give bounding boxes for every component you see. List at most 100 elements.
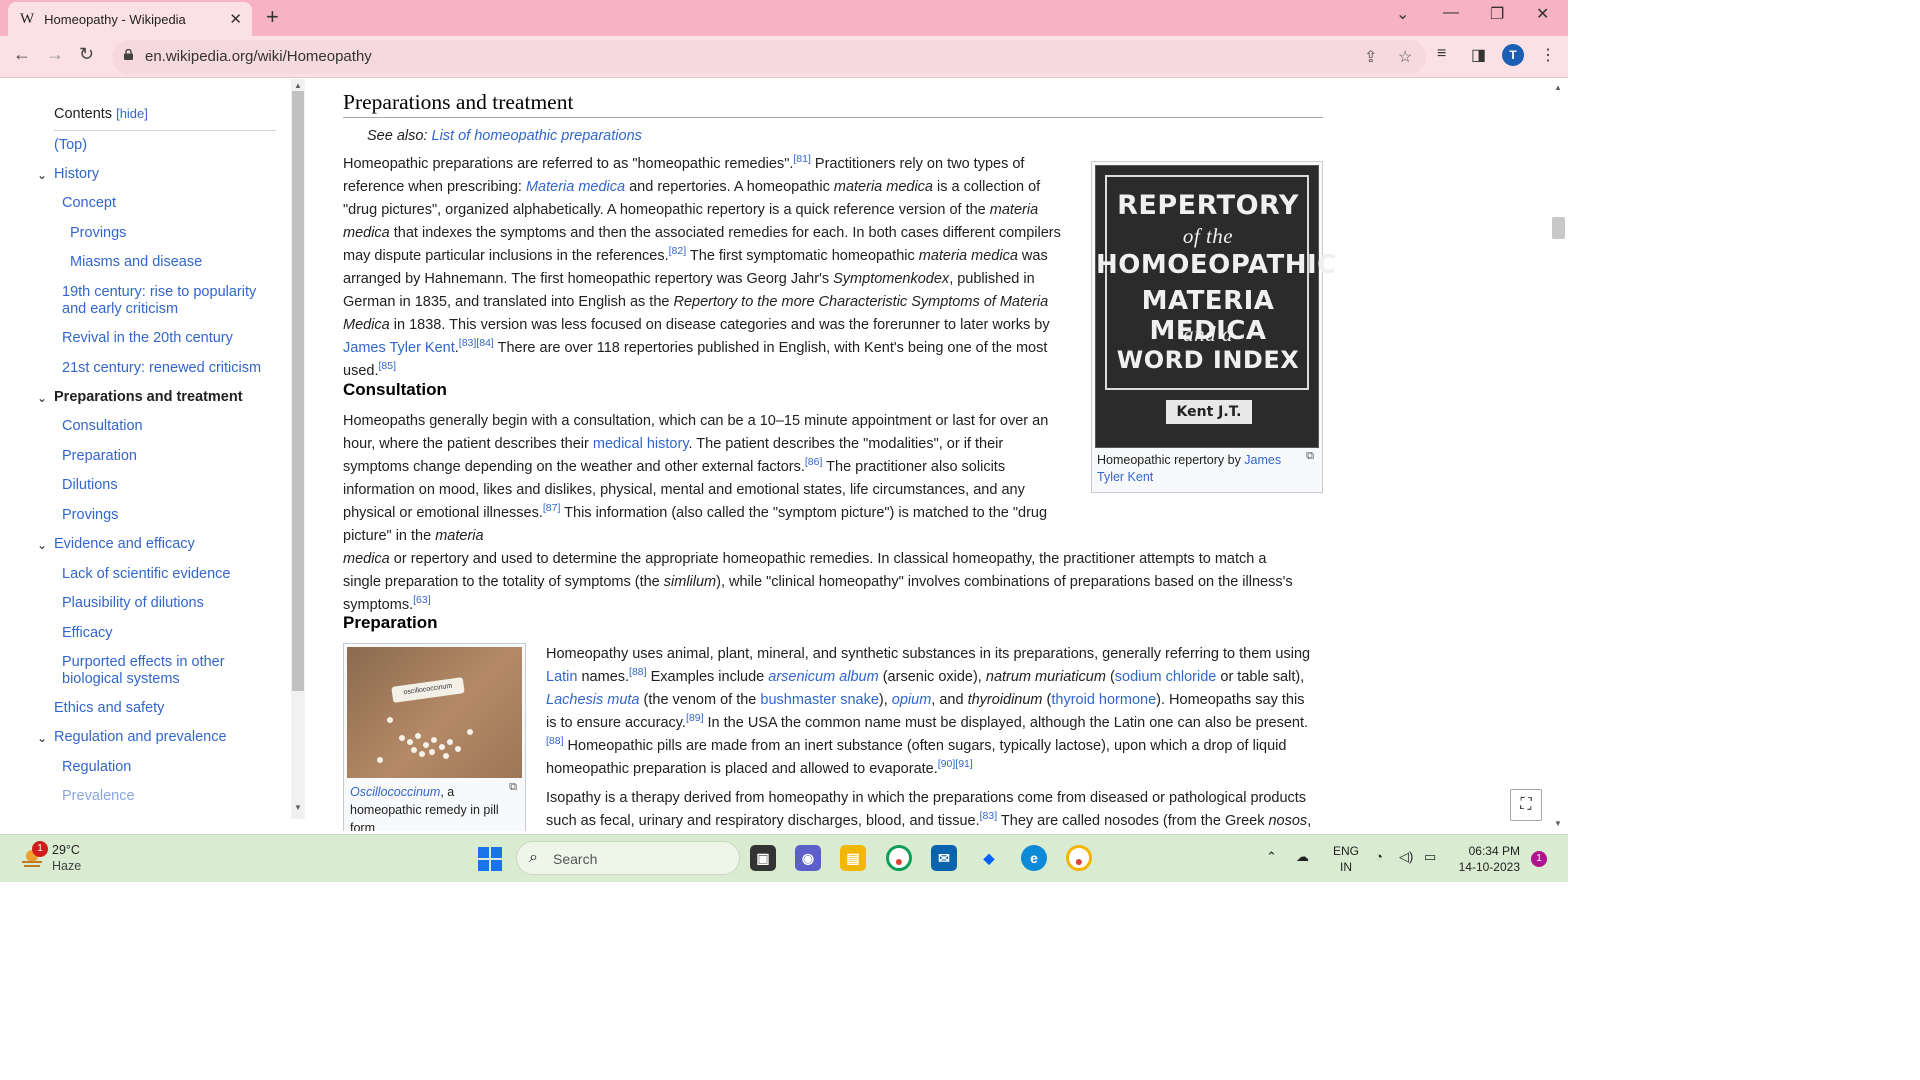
toc-item-dilutions[interactable]: Dilutions xyxy=(62,477,118,494)
toc-divider xyxy=(54,130,276,131)
teams-chat-icon[interactable]: ◉ xyxy=(795,845,821,871)
caption-text: Homeopathic repertory by xyxy=(1097,453,1245,467)
toc-item-19th-century[interactable]: 19th century: rise to popularity and ear… xyxy=(62,284,272,318)
new-tab-icon[interactable]: + xyxy=(266,4,279,30)
see-also-link[interactable]: List of homeopathic preparations xyxy=(432,128,642,144)
toc-item-21st-century[interactable]: 21st century: renewed criticism xyxy=(62,360,261,377)
toc-item-top[interactable]: (Top) xyxy=(54,137,87,154)
toc-item-history[interactable]: History xyxy=(54,166,99,183)
taskbar-search[interactable]: ⌕ Search xyxy=(516,841,740,875)
book-title-line: REPERTORY xyxy=(1117,190,1299,221)
toc-item-efficacy[interactable]: Efficacy xyxy=(62,625,113,642)
windows-start-icon[interactable] xyxy=(478,847,502,871)
menu-kebab-icon[interactable]: ⋮ xyxy=(1540,45,1556,65)
chevron-down-icon[interactable]: ⌄ xyxy=(37,168,47,182)
chevron-down-icon[interactable]: ⌄ xyxy=(37,538,47,552)
forward-icon[interactable]: → xyxy=(46,44,64,65)
tab-search-icon[interactable]: ⌄ xyxy=(1396,4,1409,24)
task-view-icon[interactable]: ▣ xyxy=(750,845,776,871)
repertory-figure: REPERTORY of the HOMOEOPATHIC MATERIA ME… xyxy=(1091,161,1337,493)
battery-icon[interactable]: ▭ xyxy=(1424,849,1436,865)
pill xyxy=(411,747,417,753)
toc-item-miasms[interactable]: Miasms and disease xyxy=(70,254,202,271)
close-window-icon[interactable]: ✕ xyxy=(1536,4,1549,24)
page-scrollbar-thumb[interactable] xyxy=(1552,217,1565,239)
consultation-heading: Consultation xyxy=(343,380,447,399)
share-icon[interactable]: ⇪ xyxy=(1364,47,1377,67)
chevron-down-icon[interactable]: ⌄ xyxy=(37,391,47,405)
side-panel-icon[interactable]: ◨ xyxy=(1471,45,1486,65)
wifi-icon[interactable]: ◔ xyxy=(1375,849,1383,864)
wikipedia-favicon-icon: W xyxy=(20,10,35,27)
browser-tab[interactable]: W Homeopathy - Wikipedia ✕ xyxy=(8,2,252,36)
toc-item-preparations[interactable]: Preparations and treatment xyxy=(54,389,243,406)
scroll-down-icon[interactable]: ▼ xyxy=(294,803,302,812)
volume-icon[interactable]: ◁) xyxy=(1399,849,1413,865)
notification-badge[interactable]: 1 xyxy=(1531,851,1547,867)
dropbox-icon[interactable]: ◆ xyxy=(976,845,1002,871)
toc-item-purported-effects[interactable]: Purported effects in other biological sy… xyxy=(62,654,272,688)
heading-divider xyxy=(343,117,1323,118)
file-explorer-icon[interactable]: ▤ xyxy=(840,845,866,871)
toc-item-preparation[interactable]: Preparation xyxy=(62,448,137,465)
address-bar[interactable]: en.wikipedia.org/wiki/Homeopathy ⇪ ☆ xyxy=(112,40,1426,74)
weather-condition: Haze xyxy=(52,859,82,873)
mail-icon[interactable]: ✉ xyxy=(931,845,957,871)
restore-icon[interactable]: ❐ xyxy=(1490,4,1504,24)
pill xyxy=(387,717,393,723)
scroll-down-icon[interactable]: ▼ xyxy=(1554,819,1562,828)
language-indicator[interactable]: ENG IN xyxy=(1333,843,1359,875)
book-title-line: HOMOEOPATHIC xyxy=(1096,250,1337,280)
repertory-book-image[interactable]: REPERTORY of the HOMOEOPATHIC MATERIA ME… xyxy=(1095,165,1337,448)
toc-item-consultation[interactable]: Consultation xyxy=(62,418,143,435)
toc-item-regulation[interactable]: Regulation xyxy=(62,759,131,776)
toc-item-evidence[interactable]: Evidence and efficacy xyxy=(54,536,195,553)
toc-hide-link[interactable]: [hide] xyxy=(116,106,148,121)
book-author-label: Kent J.T. xyxy=(1166,400,1252,424)
toc-item-provings-2[interactable]: Provings xyxy=(62,507,118,524)
reload-icon[interactable]: ↻ xyxy=(79,44,94,65)
clock[interactable]: 06:34 PM 14-10-2023 xyxy=(1456,843,1520,875)
fullscreen-icon[interactable]: ⛶ xyxy=(1510,789,1542,821)
pills-image[interactable]: oscillococcinum xyxy=(347,647,522,778)
lock-icon xyxy=(124,49,133,60)
chevron-down-icon[interactable]: ⌄ xyxy=(37,731,47,745)
reading-list-icon[interactable]: ≡ xyxy=(1437,45,1446,63)
toc-item-provings[interactable]: Provings xyxy=(70,225,126,242)
minimize-icon[interactable]: — xyxy=(1443,4,1459,22)
search-placeholder: Search xyxy=(553,851,598,867)
toc-item-prevalence[interactable]: Prevalence xyxy=(62,788,135,805)
toc-scrollbar[interactable]: ▲ ▼ xyxy=(291,79,305,819)
bookmark-star-icon[interactable]: ☆ xyxy=(1398,47,1412,67)
back-icon[interactable]: ← xyxy=(13,44,31,65)
caption-link[interactable]: Oscillococcinum xyxy=(350,785,440,799)
profile-avatar[interactable]: T xyxy=(1502,44,1524,66)
scroll-up-icon[interactable]: ▲ xyxy=(1554,83,1562,92)
toc-item-regulation-prevalence[interactable]: Regulation and prevalence xyxy=(54,729,227,746)
scroll-up-icon[interactable]: ▲ xyxy=(294,81,302,90)
enlarge-icon[interactable]: ⧉ xyxy=(1306,450,1314,463)
toc-title: Contents xyxy=(54,106,113,122)
lang-line2: IN xyxy=(1340,860,1352,874)
enlarge-icon[interactable]: ⧉ xyxy=(509,781,517,794)
taskbar: 1 29°C Haze ⌕ Search ▣ ◉ ▤ ● ✉ ◆ e ● ⌃ ☁… xyxy=(0,834,1568,882)
weather-badge: 1 xyxy=(32,841,48,857)
toc-item-lack-evidence[interactable]: Lack of scientific evidence xyxy=(62,566,230,583)
onedrive-icon[interactable]: ☁ xyxy=(1296,849,1309,865)
toc-item-concept[interactable]: Concept xyxy=(62,195,116,212)
toc-scrollbar-thumb[interactable] xyxy=(292,91,304,691)
close-tab-icon[interactable]: ✕ xyxy=(229,10,242,28)
pill xyxy=(467,729,473,735)
page-scrollbar[interactable]: ▲ ▼ xyxy=(1549,79,1568,831)
pill xyxy=(439,744,445,750)
chrome-profile-icon[interactable]: ● xyxy=(1066,845,1092,871)
chrome-icon[interactable]: ● xyxy=(886,845,912,871)
book-title-line: WORD INDEX xyxy=(1116,346,1300,374)
pill xyxy=(419,751,425,757)
toc-item-ethics[interactable]: Ethics and safety xyxy=(54,700,164,717)
toc-item-20th-century[interactable]: Revival in the 20th century xyxy=(62,330,233,347)
pill-tube: oscillococcinum xyxy=(391,677,465,703)
tray-overflow-icon[interactable]: ⌃ xyxy=(1266,849,1277,865)
toc-item-plausibility[interactable]: Plausibility of dilutions xyxy=(62,595,204,612)
edge-icon[interactable]: e xyxy=(1021,845,1047,871)
